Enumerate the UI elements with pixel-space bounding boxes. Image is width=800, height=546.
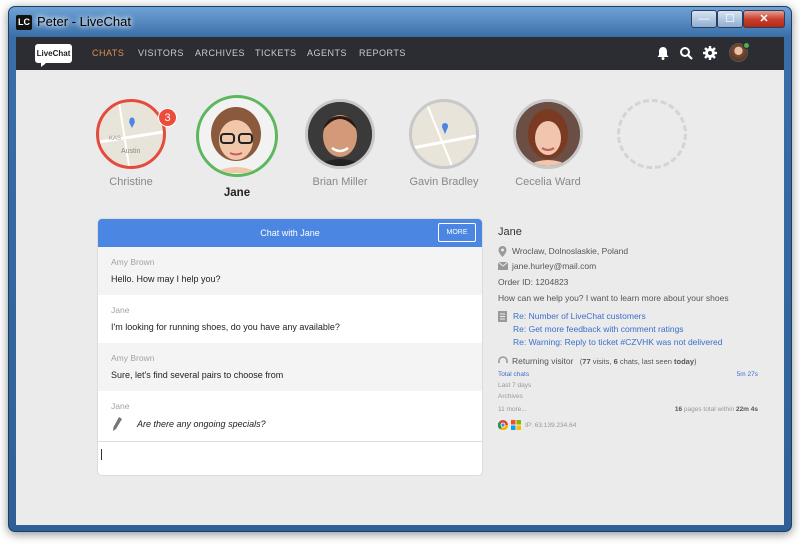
chat-message: Amy Brown Hello. How may I help you?: [98, 247, 482, 295]
chrome-icon: [498, 420, 508, 430]
close-button[interactable]: ✕: [743, 10, 785, 28]
message-text: I'm looking for running shoes, do you ha…: [111, 322, 340, 332]
livechat-logo[interactable]: LiveChat: [35, 44, 72, 67]
message-text: Hello. How may I help you?: [111, 274, 221, 284]
message-text: Sure, let's find several pairs to choose…: [111, 370, 284, 380]
last-days: Last 7 days: [498, 382, 532, 389]
visitor-location: Wroclaw, Dolnoslaskie, Poland: [512, 246, 629, 256]
message-author: Jane: [111, 305, 130, 315]
returning-visitor: Returning visitor (77 visits, 6 chats, l…: [512, 356, 697, 366]
nav-reports[interactable]: REPORTS: [359, 48, 406, 58]
chat-message: Amy Brown Sure, let's find several pairs…: [98, 343, 482, 391]
ticket-icon: [498, 311, 507, 322]
cecelia-photo: [516, 102, 580, 166]
windows-icon: [511, 420, 521, 430]
more-pages-link[interactable]: 11 more...: [498, 406, 527, 413]
visitor-brian-miller-avatar[interactable]: [305, 99, 375, 169]
visitor-question: How can we help you? I want to learn mor…: [498, 293, 729, 303]
nav-visitors[interactable]: VISITORS: [138, 48, 184, 58]
visitor-cecelia-ward-avatar[interactable]: [513, 99, 583, 169]
text-caret: [101, 449, 102, 460]
pages-summary: 16 pages total within 22m 4s: [674, 406, 758, 413]
top-nav: LiveChat CHATS VISITORS ARCHIVES TICKETS…: [16, 37, 784, 70]
visitor-name-jane[interactable]: Jane: [177, 187, 297, 199]
chat-panel: Chat with Jane MORE Amy Brown Hello. How…: [98, 219, 482, 475]
message-author: Jane: [111, 401, 130, 411]
visitor-gavin-bradley-avatar[interactable]: [409, 99, 479, 169]
empty-visitor-slot: [617, 99, 687, 169]
total-chats-link[interactable]: Total chats: [498, 371, 529, 378]
brian-photo: [308, 102, 372, 166]
minimize-button[interactable]: —: [691, 10, 717, 28]
visitor-jane-avatar[interactable]: [196, 95, 278, 177]
visitor-name-gavin-bradley[interactable]: Gavin Bradley: [384, 176, 504, 188]
map-label-kas: KAS: [109, 136, 121, 142]
visitor-name-heading: Jane: [498, 226, 522, 238]
returning-label: Returning visitor: [512, 356, 574, 366]
visitor-christine-avatar[interactable]: KAS Austin: [96, 99, 166, 169]
visitor-email[interactable]: jane.hurley@mail.com: [512, 261, 596, 271]
message-author: Amy Brown: [111, 257, 155, 267]
visitor-name-christine[interactable]: Christine: [71, 176, 191, 188]
ticket-link[interactable]: Re: Warning: Reply to ticket #CZVHK was …: [513, 337, 722, 347]
chat-message: Jane I'm looking for running shoes, do y…: [98, 295, 482, 343]
location-pin-icon: [498, 246, 507, 257]
window-title: Peter - LiveChat: [37, 14, 131, 29]
unread-badge: 3: [158, 108, 177, 127]
search-icon[interactable]: [678, 45, 694, 61]
map-icon: KASAustin: [99, 102, 163, 166]
ticket-link[interactable]: Re: Number of LiveChat customers: [513, 311, 646, 321]
app-client: LiveChat CHATS VISITORS ARCHIVES TICKETS…: [16, 37, 784, 525]
total-chats-time: 5m 27s: [736, 371, 758, 378]
maximize-button[interactable]: ☐: [717, 10, 743, 28]
gear-icon[interactable]: [702, 45, 718, 61]
chat-title: Chat with Jane: [260, 228, 320, 238]
bell-icon[interactable]: [655, 45, 671, 61]
app-window: LC Peter - LiveChat — ☐ ✕ LiveChat CHATS…: [8, 6, 792, 532]
nav-agents[interactable]: AGENTS: [307, 48, 347, 58]
map-label-austin: Austin: [121, 148, 141, 155]
nav-chats[interactable]: CHATS: [92, 48, 124, 58]
title-bar[interactable]: LC Peter - LiveChat — ☐ ✕: [9, 7, 791, 37]
email-icon: [498, 262, 508, 270]
headset-icon: [498, 356, 508, 363]
ticket-link[interactable]: Re: Get more feedback with comment ratin…: [513, 324, 684, 334]
typing-message: Jane Are there any ongoing specials?: [98, 391, 482, 441]
order-id: Order ID: 1204823: [498, 277, 569, 287]
message-author: Amy Brown: [111, 353, 155, 363]
visitor-name-brian-miller[interactable]: Brian Miller: [280, 176, 400, 188]
livechat-app-icon: LC: [16, 15, 32, 30]
more-button[interactable]: MORE: [438, 223, 476, 242]
jane-photo: [211, 107, 261, 173]
returning-stats: (77 visits, 6 chats, last seen today): [579, 357, 697, 366]
online-status-dot: [743, 42, 750, 49]
visitor-name-cecelia-ward[interactable]: Cecelia Ward: [488, 176, 608, 188]
typing-text: Are there any ongoing specials?: [137, 419, 266, 429]
visitor-ip: IP: 63.139.234.64: [525, 422, 577, 429]
message-input[interactable]: [98, 441, 482, 475]
chat-header: Chat with Jane MORE: [98, 219, 482, 247]
archives-label: Archives: [498, 393, 523, 400]
nav-tickets[interactable]: TICKETS: [255, 48, 297, 58]
map-icon: [412, 102, 476, 166]
pencil-icon: [113, 417, 122, 431]
nav-archives[interactable]: ARCHIVES: [195, 48, 245, 58]
